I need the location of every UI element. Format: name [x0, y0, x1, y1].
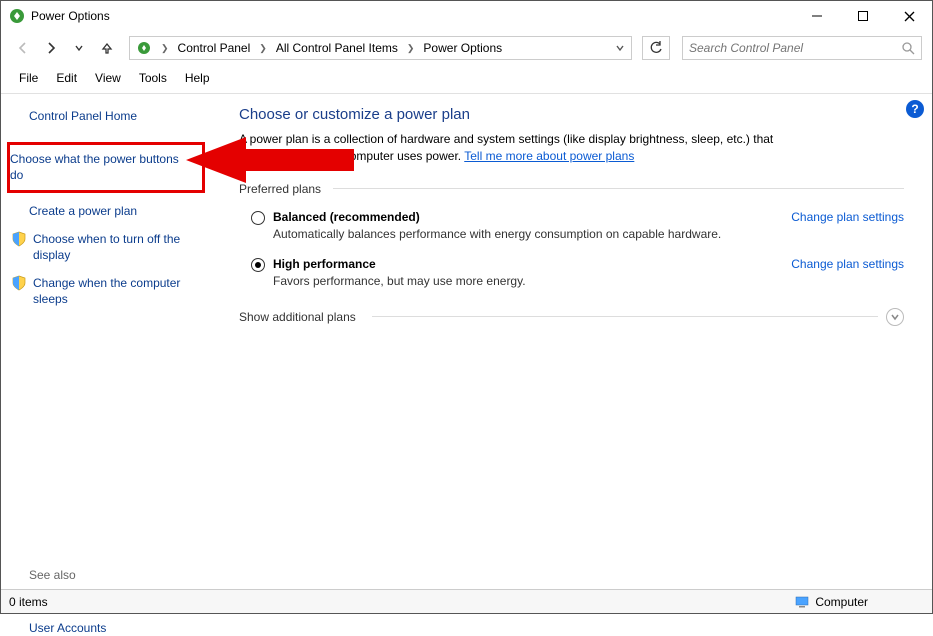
help-icon[interactable]: ? [906, 100, 924, 118]
window-title: Power Options [31, 9, 794, 23]
recent-dropdown[interactable] [67, 36, 91, 60]
plan-desc: Automatically balances performance with … [273, 227, 783, 241]
choose-power-buttons-link[interactable]: Choose what the power buttons do [10, 151, 194, 183]
control-panel-home-link[interactable]: Control Panel Home [29, 108, 205, 124]
breadcrumb-item[interactable]: All Control Panel Items [272, 41, 402, 55]
change-plan-settings-link[interactable]: Change plan settings [791, 210, 904, 224]
minimize-button[interactable] [794, 1, 840, 31]
address-icon[interactable] [132, 40, 156, 56]
page-heading: Choose or customize a power plan [239, 106, 904, 123]
address-dropdown[interactable] [611, 43, 629, 53]
search-box[interactable] [682, 36, 922, 60]
nav-row: ❯ Control Panel ❯ All Control Panel Item… [1, 31, 932, 65]
sidebar-item-power-buttons: Choose what the power buttons do [7, 142, 205, 192]
preferred-plans-header: Preferred plans [239, 182, 904, 196]
sidebar-item-sleep: Change when the computer sleeps [11, 275, 205, 307]
plan-name: Balanced (recommended) [273, 210, 783, 224]
chevron-right-icon[interactable]: ❯ [158, 43, 172, 54]
shield-icon [11, 231, 27, 247]
content: Control Panel Home Choose what the power… [1, 94, 932, 584]
turn-off-display-link[interactable]: Choose when to turn off the display [33, 231, 205, 263]
chevron-right-icon[interactable]: ❯ [256, 43, 270, 54]
menu-bar: File Edit View Tools Help [1, 65, 932, 93]
search-input[interactable] [689, 41, 902, 55]
plan-desc: Favors performance, but may use more ene… [273, 274, 783, 288]
menu-view[interactable]: View [87, 69, 129, 87]
titlebar: Power Options [1, 1, 932, 31]
radio-balanced[interactable] [251, 211, 265, 225]
shield-icon [11, 275, 27, 291]
forward-button[interactable] [39, 36, 63, 60]
chevron-right-icon[interactable]: ❯ [404, 43, 418, 54]
expand-button[interactable] [886, 308, 904, 326]
sidebar-item-display-off: Choose when to turn off the display [11, 231, 205, 263]
show-additional-plans: Show additional plans [239, 308, 904, 326]
close-button[interactable] [886, 1, 932, 31]
breadcrumb-item[interactable]: Control Panel [174, 41, 255, 55]
main-panel: ? Choose or customize a power plan A pow… [217, 94, 932, 584]
menu-edit[interactable]: Edit [48, 69, 85, 87]
window-controls [794, 1, 932, 31]
refresh-button[interactable] [642, 36, 670, 60]
sidebar: Control Panel Home Choose what the power… [1, 94, 217, 584]
menu-file[interactable]: File [11, 69, 46, 87]
see-also-label: See also [29, 568, 205, 582]
user-accounts-link[interactable]: User Accounts [29, 620, 205, 636]
change-plan-settings-link[interactable]: Change plan settings [791, 257, 904, 271]
page-description: A power plan is a collection of hardware… [239, 131, 809, 166]
menu-tools[interactable]: Tools [131, 69, 175, 87]
create-power-plan-link[interactable]: Create a power plan [29, 203, 205, 219]
show-additional-label: Show additional plans [239, 310, 356, 324]
status-computer-label: Computer [815, 595, 868, 609]
radio-high-performance[interactable] [251, 258, 265, 272]
back-button[interactable] [11, 36, 35, 60]
search-icon[interactable] [902, 42, 915, 55]
menu-help[interactable]: Help [177, 69, 218, 87]
status-bar: 0 items Computer [1, 589, 932, 613]
status-right: Computer [795, 595, 928, 609]
plan-balanced: Balanced (recommended) Automatically bal… [239, 206, 904, 253]
plan-high-performance: High performance Favors performance, but… [239, 253, 904, 300]
breadcrumb-item[interactable]: Power Options [419, 41, 506, 55]
computer-icon [795, 596, 809, 608]
maximize-button[interactable] [840, 1, 886, 31]
computer-sleep-link[interactable]: Change when the computer sleeps [33, 275, 205, 307]
preferred-plans-label: Preferred plans [239, 182, 321, 196]
status-items: 0 items [5, 595, 795, 609]
address-bar[interactable]: ❯ Control Panel ❯ All Control Panel Item… [129, 36, 632, 60]
plan-name: High performance [273, 257, 783, 271]
tell-me-more-link[interactable]: Tell me more about power plans [464, 149, 634, 163]
up-button[interactable] [95, 36, 119, 60]
app-icon [9, 8, 25, 24]
